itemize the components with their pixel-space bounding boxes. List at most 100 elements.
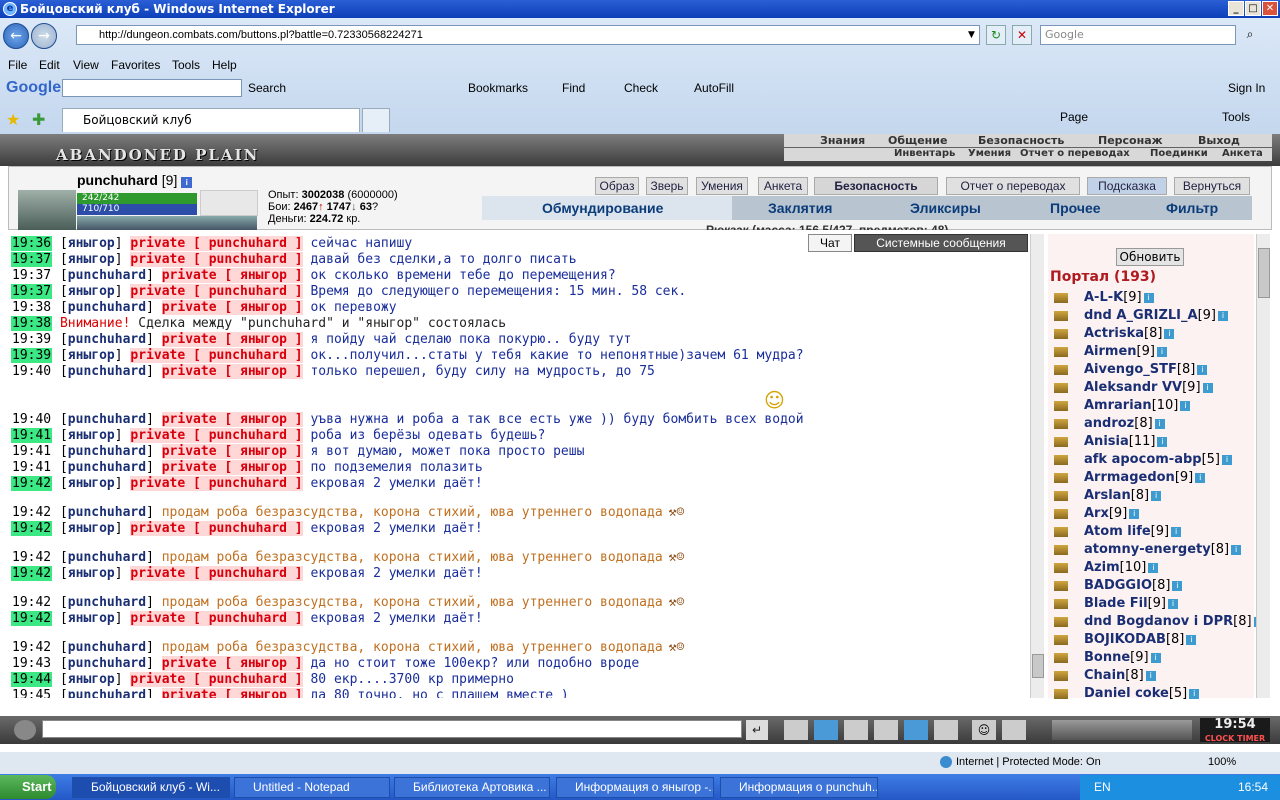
recipient-name[interactable]: яныгор bbox=[240, 656, 287, 671]
private-recipient[interactable]: private [ яныгор ] bbox=[161, 268, 303, 283]
user-name[interactable]: atomny-energety bbox=[1084, 542, 1211, 557]
find-button[interactable]: Find bbox=[562, 81, 585, 95]
tab-filtr[interactable]: Фильтр bbox=[1166, 200, 1218, 216]
close-button[interactable]: ✕ bbox=[1262, 1, 1278, 16]
user-name[interactable]: Airmen bbox=[1084, 344, 1137, 359]
private-recipient[interactable]: private [ punchuhard ] bbox=[130, 672, 303, 687]
user-name[interactable]: Chain bbox=[1084, 668, 1125, 683]
tab-eliksiry[interactable]: Эликсиры bbox=[910, 200, 981, 216]
private-message-icon[interactable] bbox=[1054, 598, 1068, 609]
nav-znaniya[interactable]: Знания bbox=[820, 134, 865, 147]
user-info-icon[interactable]: i bbox=[1231, 544, 1242, 555]
user-name[interactable]: Anisia bbox=[1084, 434, 1129, 449]
user-info-icon[interactable]: i bbox=[1186, 634, 1197, 645]
user-list-item[interactable]: Anisia[11] i bbox=[1054, 433, 1168, 451]
message-time[interactable]: 19:40 bbox=[11, 364, 52, 379]
recipient-name[interactable]: punchuhard bbox=[209, 236, 287, 251]
sender-name[interactable]: punchuhard bbox=[68, 444, 146, 459]
tab-chat[interactable]: Чат bbox=[808, 234, 852, 252]
user-name[interactable]: A-L-K bbox=[1084, 290, 1123, 305]
private-recipient[interactable]: private [ punchuhard ] bbox=[130, 284, 303, 299]
user-info-icon[interactable]: i bbox=[1164, 328, 1175, 339]
clock-labels[interactable]: CLOCK TIMER bbox=[1200, 732, 1270, 746]
nav-anketa[interactable]: Анкета bbox=[1222, 148, 1263, 159]
bookmarks-button[interactable]: Bookmarks bbox=[468, 81, 528, 95]
message-time[interactable]: 19:41 bbox=[11, 428, 53, 443]
private-recipient[interactable]: private [ punchuhard ] bbox=[130, 348, 303, 363]
save-icon[interactable] bbox=[844, 720, 868, 740]
btn-vernutsya[interactable]: Вернуться bbox=[1174, 177, 1250, 195]
private-recipient[interactable]: private [ яныгор ] bbox=[161, 656, 303, 671]
user-info-icon[interactable]: i bbox=[1172, 580, 1183, 591]
user-info-icon[interactable]: i bbox=[1171, 526, 1182, 537]
cmd-tools[interactable]: Tools bbox=[1222, 110, 1250, 124]
private-recipient[interactable]: private [ яныгор ] bbox=[161, 412, 303, 427]
private-message-icon[interactable] bbox=[1054, 652, 1068, 663]
belt-slots[interactable] bbox=[77, 216, 257, 230]
recipient-name[interactable]: яныгор bbox=[240, 364, 287, 379]
character-avatar[interactable] bbox=[18, 190, 76, 230]
sender-name[interactable]: яныгор bbox=[68, 611, 115, 626]
send-icon[interactable]: ↵ bbox=[746, 720, 768, 740]
private-recipient[interactable]: private [ punchuhard ] bbox=[130, 476, 303, 491]
private-recipient[interactable]: private [ punchuhard ] bbox=[130, 566, 303, 581]
private-message-icon[interactable] bbox=[1054, 490, 1068, 501]
user-list-item[interactable]: A-L-K[9] i bbox=[1054, 289, 1154, 307]
nav-bezopasnost[interactable]: Безопасность bbox=[978, 134, 1064, 147]
menu-file[interactable]: File bbox=[8, 58, 27, 72]
private-message-icon[interactable] bbox=[1054, 634, 1068, 645]
recipient-name[interactable]: punchuhard bbox=[209, 672, 287, 687]
user-list-item[interactable]: Blade Fil[9] i bbox=[1054, 595, 1178, 613]
add-favorite-icon[interactable]: ✚ bbox=[32, 110, 45, 130]
user-name[interactable]: afk apocom-abp bbox=[1084, 452, 1202, 467]
nav-umeniya[interactable]: Умения bbox=[968, 148, 1011, 159]
user-info-icon[interactable]: i bbox=[1154, 418, 1165, 429]
recipient-name[interactable]: punchuhard bbox=[209, 611, 287, 626]
user-info-icon[interactable]: i bbox=[1189, 688, 1200, 699]
user-name[interactable]: Amrarian bbox=[1084, 398, 1152, 413]
btn-zver[interactable]: Зверь bbox=[646, 177, 688, 195]
btn-obraz[interactable]: Образ bbox=[595, 177, 639, 195]
tools-icon[interactable] bbox=[904, 720, 928, 740]
sender-name[interactable]: яныгор bbox=[68, 252, 115, 267]
user-name[interactable]: dnd Bogdanov i DPR bbox=[1084, 614, 1233, 629]
chat-scroll-thumb[interactable] bbox=[1032, 654, 1044, 678]
private-message-icon[interactable] bbox=[1054, 328, 1068, 339]
user-list-item[interactable]: BOJIKODAB[8] i bbox=[1054, 631, 1197, 649]
user-info-icon[interactable]: i bbox=[1157, 436, 1168, 447]
sender-name[interactable]: punchuhard bbox=[68, 412, 146, 427]
user-name[interactable]: Blade Fil bbox=[1084, 596, 1148, 611]
weapon-slot[interactable] bbox=[200, 190, 258, 216]
private-recipient[interactable]: private [ punchuhard ] bbox=[130, 236, 303, 251]
message-time[interactable]: 19:42 bbox=[11, 566, 53, 581]
tab-system-messages[interactable]: Системные сообщения bbox=[854, 234, 1028, 252]
emotes-icon[interactable] bbox=[1002, 720, 1026, 740]
message-time[interactable]: 19:37 bbox=[11, 252, 53, 267]
user-name[interactable]: dnd A_GRIZLI_A bbox=[1084, 308, 1198, 323]
private-recipient[interactable]: private [ яныгор ] bbox=[161, 300, 303, 315]
sender-name[interactable]: punchuhard bbox=[68, 300, 146, 315]
user-list-item[interactable]: Aleksandr VV[9] i bbox=[1054, 379, 1213, 397]
private-message-icon[interactable] bbox=[1054, 580, 1068, 591]
private-recipient[interactable]: private [ яныгор ] bbox=[161, 332, 303, 347]
check-button[interactable]: Check bbox=[624, 81, 658, 95]
tab-prochee[interactable]: Прочее bbox=[1050, 200, 1101, 216]
refresh-users-button[interactable]: Обновить bbox=[1116, 248, 1184, 266]
user-list-item[interactable]: Amrarian[10] i bbox=[1054, 397, 1191, 415]
sender-name[interactable]: punchuhard bbox=[68, 640, 146, 655]
recipient-name[interactable]: яныгор bbox=[240, 688, 287, 698]
maximize-button[interactable]: □ bbox=[1245, 1, 1261, 16]
user-info-icon[interactable]: i bbox=[1151, 490, 1162, 501]
user-list-item[interactable]: Airmen[9] i bbox=[1054, 343, 1167, 361]
user-list-item[interactable]: Bonne[9] i bbox=[1054, 649, 1161, 667]
filter-icon[interactable] bbox=[814, 720, 838, 740]
menu-help[interactable]: Help bbox=[212, 58, 237, 72]
btn-anketa[interactable]: Анкета bbox=[758, 177, 808, 195]
recipient-name[interactable]: punchuhard bbox=[209, 566, 287, 581]
nav-poedinki[interactable]: Поединки bbox=[1150, 148, 1208, 159]
user-name[interactable]: Actriska bbox=[1084, 326, 1144, 341]
user-info-icon[interactable]: i bbox=[1195, 472, 1206, 483]
private-message-icon[interactable] bbox=[1054, 346, 1068, 357]
message-time[interactable]: 19:43 bbox=[11, 656, 52, 671]
task-info-punchuhard[interactable]: Информация о punchuh... bbox=[720, 777, 878, 798]
